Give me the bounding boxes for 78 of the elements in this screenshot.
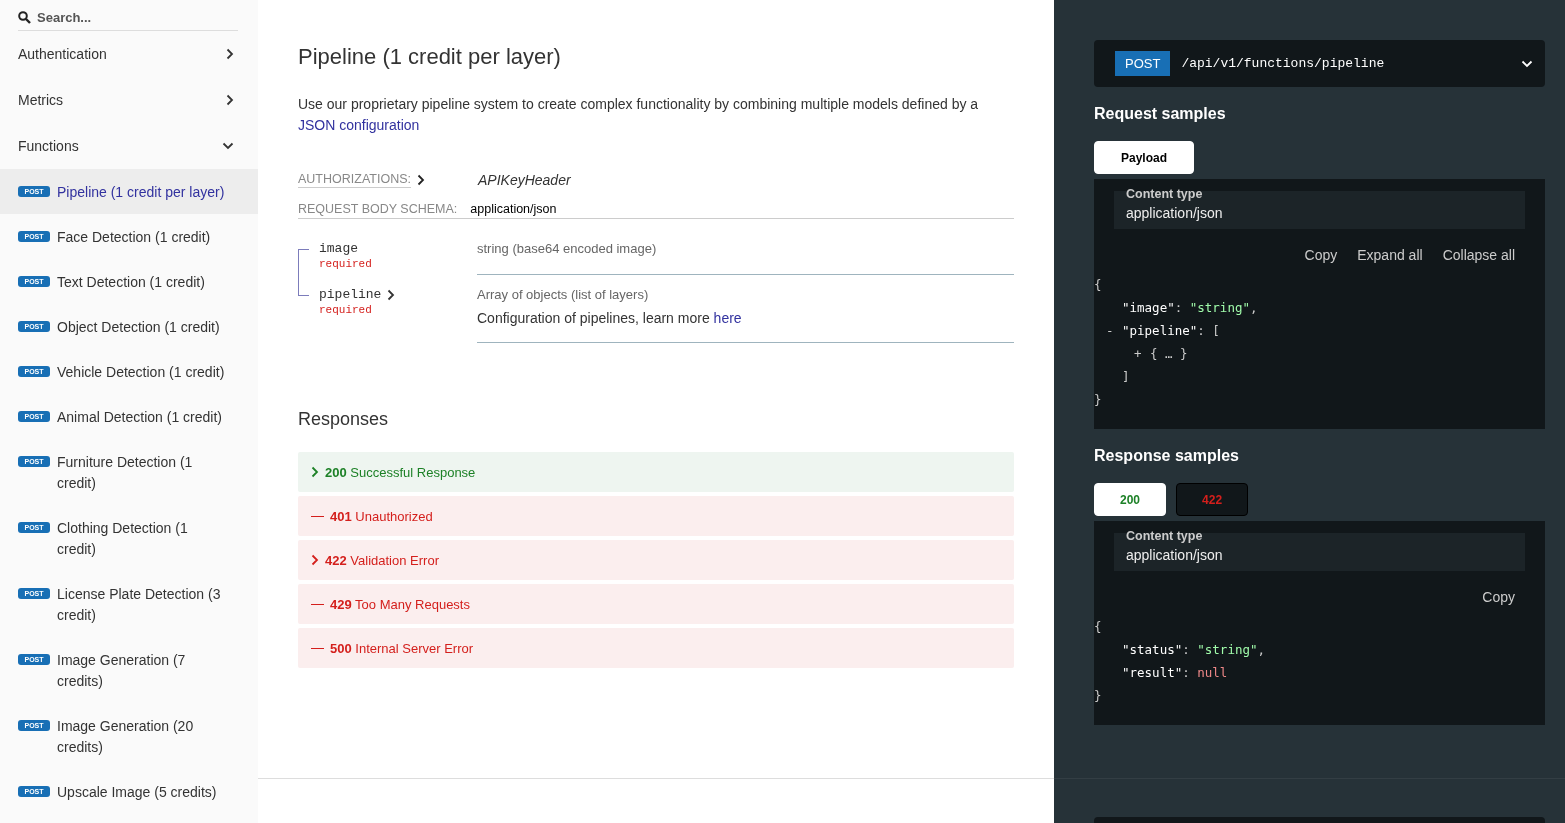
sidebar-group[interactable]: Functions bbox=[0, 123, 258, 169]
code-action-link[interactable]: Expand all bbox=[1357, 247, 1423, 263]
chevron-right-icon bbox=[311, 466, 319, 478]
authorizations-toggle[interactable]: AUTHORIZATIONS: bbox=[298, 172, 478, 188]
search-field[interactable]: Search... bbox=[37, 10, 217, 25]
response-row[interactable]: 401 Unauthorized bbox=[298, 496, 1014, 536]
code-action-link[interactable]: Collapse all bbox=[1442, 247, 1515, 263]
dash-icon bbox=[311, 603, 324, 605]
response-row[interactable]: 422 Validation Error bbox=[298, 540, 1014, 580]
response-label: 500 Internal Server Error bbox=[330, 640, 474, 656]
code-line: } bbox=[1094, 687, 1102, 705]
content-type-value: application/json bbox=[1126, 205, 1224, 221]
chevron-right-icon bbox=[416, 174, 425, 186]
method-badge: POST bbox=[1115, 51, 1171, 76]
item-label: Animal Detection (1 credit) bbox=[57, 408, 222, 427]
item-label: Object Detection (1 credit) bbox=[57, 318, 220, 337]
code-line: "image": "string", bbox=[1122, 299, 1258, 317]
sidebar-group[interactable]: Authentication bbox=[0, 31, 258, 77]
chevron-right-icon bbox=[226, 94, 234, 106]
request-title: Request samples bbox=[1094, 105, 1227, 123]
operation-title: Pipeline (1 credit per layer) bbox=[298, 44, 562, 70]
code-line: } bbox=[1094, 391, 1102, 409]
item-label: Text Detection (1 credit) bbox=[57, 273, 205, 292]
code-action-link[interactable]: Copy bbox=[1304, 247, 1338, 263]
code-toggle[interactable]: - bbox=[1106, 319, 1114, 342]
sample-tab[interactable]: Payload bbox=[1094, 141, 1194, 174]
field-name[interactable]: pipeline bbox=[319, 287, 477, 302]
item-label: Face Detection (1 credit) bbox=[57, 228, 211, 247]
field-name: image bbox=[319, 241, 359, 256]
code-line: "result": null bbox=[1122, 664, 1228, 682]
authorization-value: APIKeyHeader bbox=[478, 172, 571, 188]
chevron-right-icon bbox=[311, 554, 319, 566]
response-row[interactable]: 500 Internal Server Error bbox=[298, 628, 1014, 668]
response-label: 429 Too Many Requests bbox=[330, 596, 470, 612]
dash-icon bbox=[311, 515, 324, 517]
item-label: Upscale Image (5 credits) bbox=[57, 783, 217, 802]
code-toggle[interactable]: + bbox=[1134, 342, 1142, 365]
request-body-value: application/json bbox=[470, 202, 557, 216]
item-label: Pipeline (1 credit per layer) bbox=[57, 183, 225, 202]
response-row[interactable]: 429 Too Many Requests bbox=[298, 584, 1014, 624]
code-line: { bbox=[1094, 276, 1102, 294]
code-line: { bbox=[1094, 618, 1102, 636]
responses-title: Responses bbox=[298, 409, 390, 430]
chevron-right-icon bbox=[226, 48, 234, 60]
item-label: Furniture Detection (1 credit) bbox=[57, 453, 194, 493]
content-type-label: Content type bbox=[1126, 529, 1204, 543]
here-link[interactable]: here bbox=[713, 310, 742, 326]
content-type-value: application/json bbox=[1126, 547, 1224, 563]
endpoint-bar[interactable]: POST /api/v1/functions/pipeline bbox=[1094, 40, 1545, 87]
required-label: required bbox=[319, 304, 373, 316]
operation-description: Use our proprietary pipeline system to create complex functionality by combining multiple models defined by a JSON configuration bbox=[298, 95, 980, 135]
item-label: Image Generation (20 credits) bbox=[57, 717, 195, 757]
response-label: 401 Unauthorized bbox=[330, 508, 433, 524]
item-label: Image Generation (7 credits) bbox=[57, 651, 187, 691]
endpoint-path: /api/v1/functions/pipeline bbox=[1181, 56, 1386, 71]
response-label: 200 Successful Response bbox=[325, 464, 476, 480]
search-icon bbox=[18, 11, 31, 24]
required-label: required bbox=[319, 258, 373, 270]
item-label: Clothing Detection (1 credit) bbox=[57, 519, 189, 559]
chevron-right-icon bbox=[387, 288, 396, 301]
content-type-label: Content type bbox=[1126, 187, 1204, 201]
sidebar-group[interactable]: Metrics bbox=[0, 77, 258, 123]
chevron-down-icon bbox=[222, 142, 234, 150]
field-type: Array of objects (list of layers) bbox=[477, 287, 650, 302]
sample-tab[interactable]: 200 bbox=[1094, 483, 1167, 516]
chevron-down-icon bbox=[1521, 59, 1533, 68]
request-body-label: REQUEST BODY SCHEMA: bbox=[298, 202, 458, 216]
json-configuration-link[interactable]: JSON configuration bbox=[298, 117, 420, 133]
item-label: Vehicle Detection (1 credit) bbox=[57, 363, 225, 382]
response-title: Response samples bbox=[1094, 447, 1240, 465]
dash-icon bbox=[311, 647, 324, 649]
code-line: ] bbox=[1122, 368, 1130, 386]
code-line: "status": "string", bbox=[1122, 641, 1266, 659]
response-label: 422 Validation Error bbox=[325, 552, 439, 568]
field-description: Configuration of pipelines, learn more here bbox=[477, 310, 743, 326]
code-action-link[interactable]: Copy bbox=[1482, 589, 1515, 605]
field-type: string (base64 encoded image) bbox=[477, 241, 658, 256]
item-label: License Plate Detection (3 credit) bbox=[57, 585, 222, 625]
